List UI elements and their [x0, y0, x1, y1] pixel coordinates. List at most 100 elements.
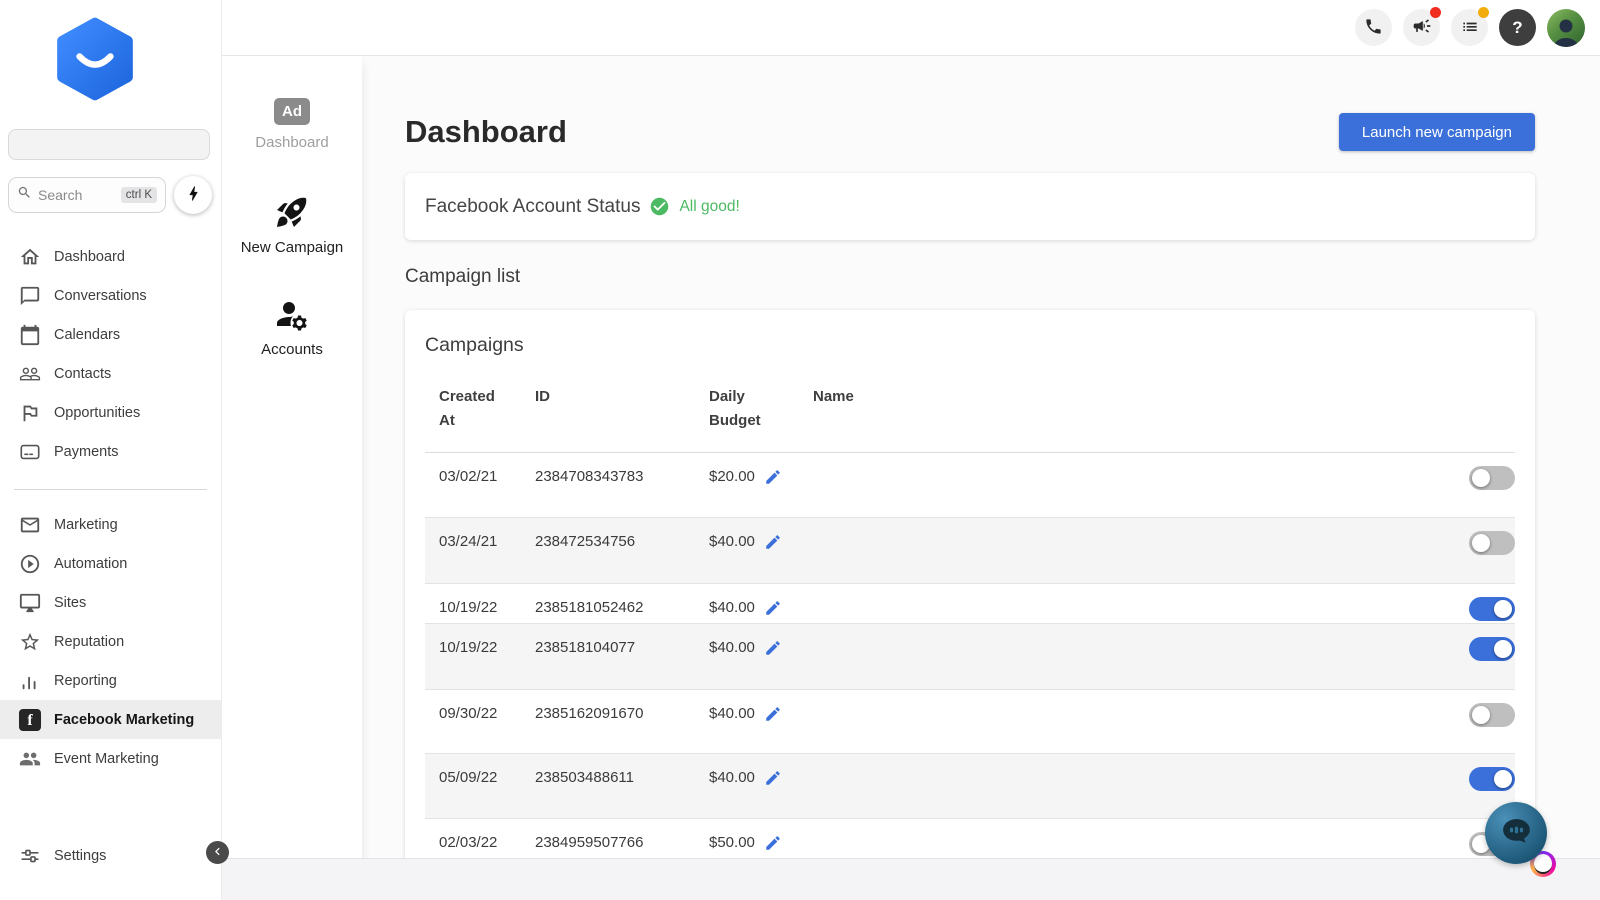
phone-button[interactable]: [1355, 9, 1392, 46]
sidebar-item-conversations[interactable]: Conversations: [0, 276, 221, 315]
edit-pencil-icon[interactable]: [764, 769, 782, 787]
budget-value: $40.00: [709, 597, 755, 619]
column-header-id: ID: [521, 385, 695, 433]
search-icon: [17, 185, 32, 205]
edit-pencil-icon[interactable]: [764, 468, 782, 486]
calendar-icon: [19, 324, 41, 346]
search-input[interactable]: [38, 187, 115, 203]
app-logo: [52, 15, 138, 103]
sidebar-item-event-marketing[interactable]: Event Marketing: [0, 739, 221, 778]
toggle-knob: [1494, 770, 1512, 788]
main-content: Dashboard Launch new campaign Facebook A…: [362, 56, 1600, 900]
campaign-toggle[interactable]: [1469, 597, 1515, 621]
table-row: 10/19/22238518104077$40.00: [425, 624, 1515, 690]
list-icon: [1460, 16, 1480, 39]
help-button[interactable]: ?: [1499, 9, 1536, 46]
sidebar: ctrl K Dashboard Conversations Calendars Co…: [0, 0, 222, 900]
column-header-daily-budget: Daily Budget: [695, 385, 771, 433]
budget-value: $40.00: [709, 531, 755, 553]
workspace-selector[interactable]: [8, 129, 210, 160]
sidebar-item-automation[interactable]: Automation: [0, 544, 221, 583]
megaphone-icon: [1412, 16, 1432, 39]
table-row: 09/30/222385162091670$40.00: [425, 690, 1515, 754]
campaign-toggle[interactable]: [1469, 703, 1515, 727]
subnav-item-accounts[interactable]: Accounts: [222, 296, 362, 358]
facebook-account-status-card: Facebook Account Status All good!: [405, 173, 1535, 240]
campaign-created-at: 09/30/22: [425, 703, 521, 725]
campaign-id: 2385181052462: [521, 597, 695, 619]
contacts-icon: [19, 363, 41, 385]
campaign-id: 2384959507766: [521, 832, 695, 854]
sidebar-item-opportunities[interactable]: Opportunities: [0, 393, 221, 432]
campaign-toggle[interactable]: [1469, 466, 1515, 490]
toggle-knob: [1494, 640, 1512, 658]
flag-icon: [19, 402, 41, 424]
table-row: 03/02/212384708343783$20.00: [425, 453, 1515, 518]
ad-badge-icon: Ad: [274, 98, 310, 125]
edit-pencil-icon[interactable]: [764, 834, 782, 852]
sidebar-item-contacts[interactable]: Contacts: [0, 354, 221, 393]
toggle-knob: [1494, 600, 1512, 618]
announcements-button[interactable]: [1403, 9, 1440, 46]
tasks-button[interactable]: [1451, 9, 1488, 46]
column-header-name: Name: [799, 385, 1449, 433]
budget-value: $20.00: [709, 466, 755, 488]
edit-pencil-icon[interactable]: [764, 705, 782, 723]
sidebar-item-payments[interactable]: Payments: [0, 432, 221, 471]
sidebar-item-calendars[interactable]: Calendars: [0, 315, 221, 354]
sidebar-divider: [14, 489, 207, 490]
chat-widget-button[interactable]: [1485, 802, 1547, 864]
campaign-created-at: 03/02/21: [425, 466, 521, 488]
subnav-item-new-campaign[interactable]: New Campaign: [222, 194, 362, 256]
notification-dot-red: [1430, 7, 1441, 18]
sidebar-item-label: Marketing: [54, 517, 118, 533]
sidebar-item-marketing[interactable]: Marketing: [0, 505, 221, 544]
subnav-rail: AdDashboard New Campaign Accounts: [222, 56, 362, 900]
sidebar-item-label: Calendars: [54, 327, 120, 343]
sidebar-item-reputation[interactable]: Reputation: [0, 622, 221, 661]
sidebar-item-settings[interactable]: Settings: [0, 836, 221, 875]
campaign-created-at: 03/24/21: [425, 531, 521, 553]
sidebar-item-label: Event Marketing: [54, 751, 159, 767]
sidebar-item-facebook-marketing[interactable]: fFacebook Marketing: [0, 700, 221, 739]
campaign-created-at: 02/03/22: [425, 832, 521, 854]
sidebar-item-sites[interactable]: Sites: [0, 583, 221, 622]
sidebar-item-label: Dashboard: [54, 249, 125, 265]
sidebar-item-label: Reputation: [54, 634, 124, 650]
edit-pencil-icon[interactable]: [764, 599, 782, 617]
envelope-icon: [19, 514, 41, 536]
campaigns-table: Created AtIDDaily BudgetName 03/02/21238…: [405, 375, 1535, 866]
sidebar-item-label: Conversations: [54, 288, 147, 304]
toggle-knob: [1472, 469, 1490, 487]
campaign-toggle[interactable]: [1469, 637, 1515, 661]
sidebar-item-dashboard[interactable]: Dashboard: [0, 237, 221, 276]
edit-pencil-icon[interactable]: [764, 639, 782, 657]
topbar: ?: [222, 0, 1600, 56]
sidebar-item-label: Settings: [54, 848, 106, 864]
subnav-item-dashboard[interactable]: AdDashboard: [222, 98, 362, 151]
sidebar-item-label: Automation: [54, 556, 127, 572]
quick-actions-button[interactable]: [174, 176, 212, 214]
card-icon: [19, 441, 41, 463]
sidebar-collapse-button[interactable]: [206, 841, 229, 864]
table-row: 10/19/222385181052462$40.00: [425, 584, 1515, 624]
budget-value: $40.00: [709, 703, 755, 725]
launch-new-campaign-button[interactable]: Launch new campaign: [1339, 113, 1535, 151]
sidebar-item-reporting[interactable]: Reporting: [0, 661, 221, 700]
campaigns-card: Campaigns Created AtIDDaily BudgetName 0…: [405, 310, 1535, 866]
budget-value: $40.00: [709, 637, 755, 659]
sidebar-item-label: Opportunities: [54, 405, 140, 421]
question-mark-icon: ?: [1512, 18, 1522, 38]
search-box[interactable]: ctrl K: [8, 177, 166, 213]
toggle-knob: [1472, 706, 1490, 724]
user-gear-icon: [274, 296, 310, 332]
user-avatar[interactable]: [1547, 9, 1585, 47]
campaign-toggle[interactable]: [1469, 767, 1515, 791]
edit-pencil-icon[interactable]: [764, 533, 782, 551]
budget-value: $40.00: [709, 767, 755, 789]
sidebar-item-label: Payments: [54, 444, 118, 460]
campaign-toggle[interactable]: [1469, 531, 1515, 555]
search-shortcut-badge: ctrl K: [121, 187, 157, 203]
campaigns-card-title: Campaigns: [405, 310, 1535, 375]
sidebar-item-label: Sites: [54, 595, 86, 611]
